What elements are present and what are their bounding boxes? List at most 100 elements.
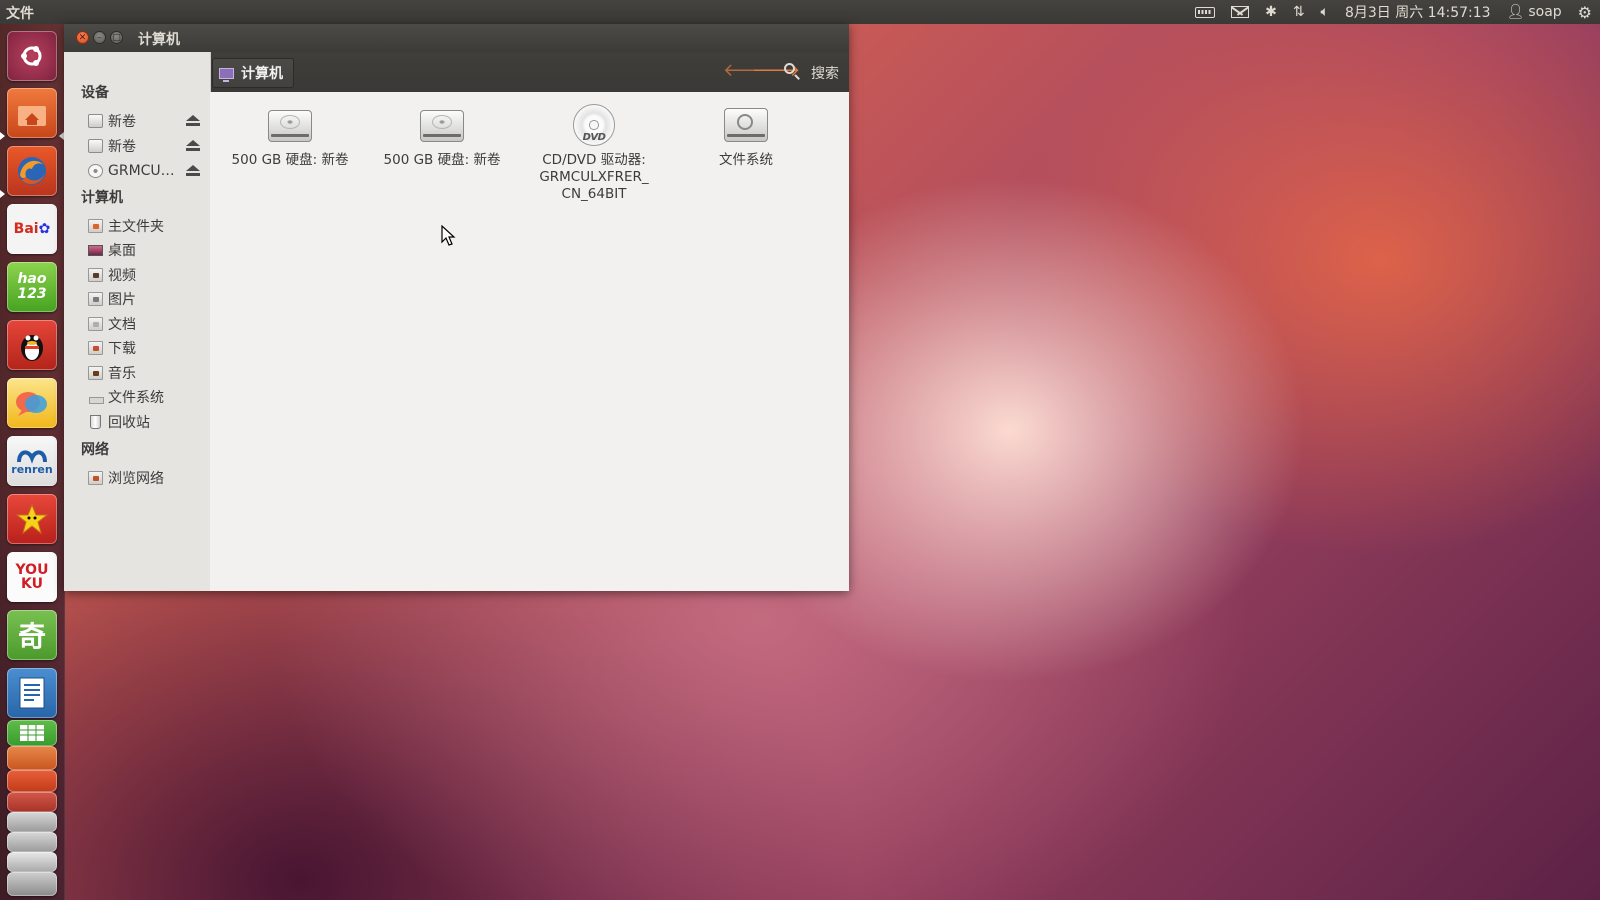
location-button[interactable]: 计算机 <box>212 58 294 88</box>
network-icon[interactable]: ⇅ <box>1293 0 1305 24</box>
sidebar: 设备 新卷 新卷 GRMCU… 计算机 主文件夹 桌面 视频 图片 文档 下载 … <box>64 52 211 591</box>
sidebar-item-label: 桌面 <box>108 243 136 259</box>
kaixin-icon[interactable] <box>7 494 57 544</box>
file-item-label: 500 GB 硬盘: 新卷 <box>383 152 501 168</box>
sidebar-item-dvd[interactable]: GRMCU… <box>88 160 206 182</box>
filesystem-icon <box>88 390 104 404</box>
sidebar-item-filesystem[interactable]: 文件系统 <box>88 386 206 408</box>
trash-launcher-icon[interactable] <box>7 872 57 896</box>
mail-icon[interactable] <box>1231 0 1250 24</box>
close-icon[interactable]: ✕ <box>76 31 89 44</box>
file-item-dvd[interactable]: DVD CD/DVD 驱动器: GRMCULXFRER_ CN_64BIT <box>527 104 661 203</box>
drive-launcher-icon-2[interactable] <box>7 832 57 852</box>
eject-icon[interactable] <box>186 165 200 177</box>
filesystem-drive-icon <box>723 104 769 144</box>
hard-drive-icon <box>267 104 313 144</box>
sidebar-item-documents[interactable]: 文档 <box>88 313 206 335</box>
drive-launcher-icon[interactable] <box>7 812 57 832</box>
launcher-renren-label: renren <box>11 463 53 476</box>
calc-icon[interactable] <box>7 720 57 746</box>
user-icon: 👤︎ <box>1506 4 1525 20</box>
file-manager-window: ✕ – □ 计算机 计算机 🡐 🡒 搜索 设备 新卷 新卷 GRMCU… 计算机… <box>64 24 849 591</box>
hao123-icon[interactable]: hao 123 <box>7 262 57 312</box>
computer-icon <box>219 67 234 82</box>
user-menu[interactable]: 👤︎ soap <box>1507 0 1562 24</box>
sidebar-item-volume-1[interactable]: 新卷 <box>88 110 206 132</box>
videos-folder-icon <box>88 268 103 282</box>
qiyi-icon[interactable]: 奇 <box>7 610 57 660</box>
desktop-icon <box>88 244 103 256</box>
chat-icon[interactable] <box>7 378 57 428</box>
sidebar-item-home[interactable]: 主文件夹 <box>88 215 206 237</box>
title-bar[interactable]: ✕ – □ 计算机 <box>64 24 849 52</box>
sidebar-heading-computer: 计算机 <box>81 190 123 206</box>
drive-icon <box>88 114 103 128</box>
baidu-icon[interactable]: Bai ✿ <box>7 204 57 254</box>
eject-icon[interactable] <box>186 115 200 127</box>
documents-folder-icon <box>88 317 103 331</box>
sidebar-item-label: 新卷 <box>108 139 136 155</box>
updater-icon[interactable] <box>7 792 57 812</box>
file-item-label: CD/DVD 驱动器: GRMCULXFRER_ CN_64BIT <box>539 152 649 202</box>
keyboard-icon[interactable] <box>1195 0 1216 24</box>
hard-drive-icon <box>419 104 465 144</box>
file-item-filesystem[interactable]: 文件系统 <box>679 104 813 169</box>
launcher-hao123-label: hao 123 <box>17 271 47 302</box>
sidebar-heading-devices: 设备 <box>81 85 109 101</box>
file-item-hdd-1[interactable]: 500 GB 硬盘: 新卷 <box>223 104 357 169</box>
music-folder-icon <box>88 366 103 380</box>
sidebar-item-downloads[interactable]: 下载 <box>88 337 206 359</box>
top-panel: 文件 ✱ ⇅ 🔈︎ 8月3日 周六 14:57:13 👤︎ soap ⚙ <box>0 0 1600 24</box>
downloads-folder-icon <box>88 341 103 355</box>
file-item-label: 500 GB 硬盘: 新卷 <box>231 152 349 168</box>
bluetooth-icon[interactable]: ✱ <box>1265 0 1277 24</box>
launcher-youku-label: YOU KU <box>15 562 49 592</box>
file-item-hdd-2[interactable]: 500 GB 硬盘: 新卷 <box>375 104 509 169</box>
sidebar-item-label: GRMCU… <box>108 163 175 179</box>
sidebar-item-trash[interactable]: 回收站 <box>88 411 206 433</box>
sidebar-item-desktop[interactable]: 桌面 <box>88 239 206 261</box>
sidebar-item-volume-2[interactable]: 新卷 <box>88 135 206 157</box>
file-view: 500 GB 硬盘: 新卷 500 GB 硬盘: 新卷 DVD CD/DVD 驱… <box>210 92 849 591</box>
maximize-icon[interactable]: □ <box>110 31 123 44</box>
renren-icon[interactable]: renren <box>7 436 57 486</box>
window-title: 计算机 <box>138 32 180 48</box>
pictures-folder-icon <box>88 292 103 306</box>
drive-icon <box>88 139 103 153</box>
search-button-label[interactable]: 搜索 <box>811 63 839 83</box>
impress-icon[interactable] <box>7 746 57 770</box>
trash-icon <box>90 415 101 429</box>
app-menu[interactable]: 文件 <box>6 3 34 23</box>
home-folder-icon[interactable] <box>7 88 57 138</box>
firefox-icon[interactable] <box>7 146 57 196</box>
sidebar-item-browse-network[interactable]: 浏览网络 <box>88 467 206 489</box>
cd-icon <box>88 164 103 178</box>
volume-icon[interactable]: 🔈︎ <box>1321 0 1329 24</box>
indicator-area: ✱ ⇅ 🔈︎ 8月3日 周六 14:57:13 👤︎ soap ⚙ <box>1187 0 1600 24</box>
search-icon[interactable] <box>784 63 795 74</box>
gear-icon[interactable]: ⚙ <box>1578 0 1592 24</box>
minimize-icon[interactable]: – <box>93 31 106 44</box>
youku-icon[interactable]: YOU KU <box>7 552 57 602</box>
file-item-label: 文件系统 <box>719 152 773 168</box>
sidebar-item-label: 视频 <box>108 268 136 284</box>
sidebar-heading-network: 网络 <box>81 442 109 458</box>
dvd-launcher-icon[interactable] <box>7 852 57 872</box>
launcher-baidu-label: Bai <box>13 221 39 237</box>
writer-icon[interactable] <box>7 668 57 718</box>
launcher-qiyi-label: 奇 <box>17 620 46 653</box>
sidebar-item-label: 文档 <box>108 317 136 333</box>
location-label: 计算机 <box>241 66 283 82</box>
home-folder-icon <box>88 219 103 233</box>
sidebar-item-label: 新卷 <box>108 114 136 130</box>
sidebar-item-music[interactable]: 音乐 <box>88 362 206 384</box>
eject-icon[interactable] <box>186 140 200 152</box>
datetime[interactable]: 8月3日 周六 14:57:13 <box>1345 0 1491 24</box>
dash-home-icon[interactable] <box>7 31 57 81</box>
software-center-icon[interactable] <box>7 770 57 792</box>
launcher: Bai ✿ hao 123 renren YOU KU 奇 <box>0 24 65 900</box>
user-name: soap <box>1528 4 1562 20</box>
sidebar-item-videos[interactable]: 视频 <box>88 264 206 286</box>
qq-icon[interactable] <box>7 320 57 370</box>
sidebar-item-pictures[interactable]: 图片 <box>88 288 206 310</box>
